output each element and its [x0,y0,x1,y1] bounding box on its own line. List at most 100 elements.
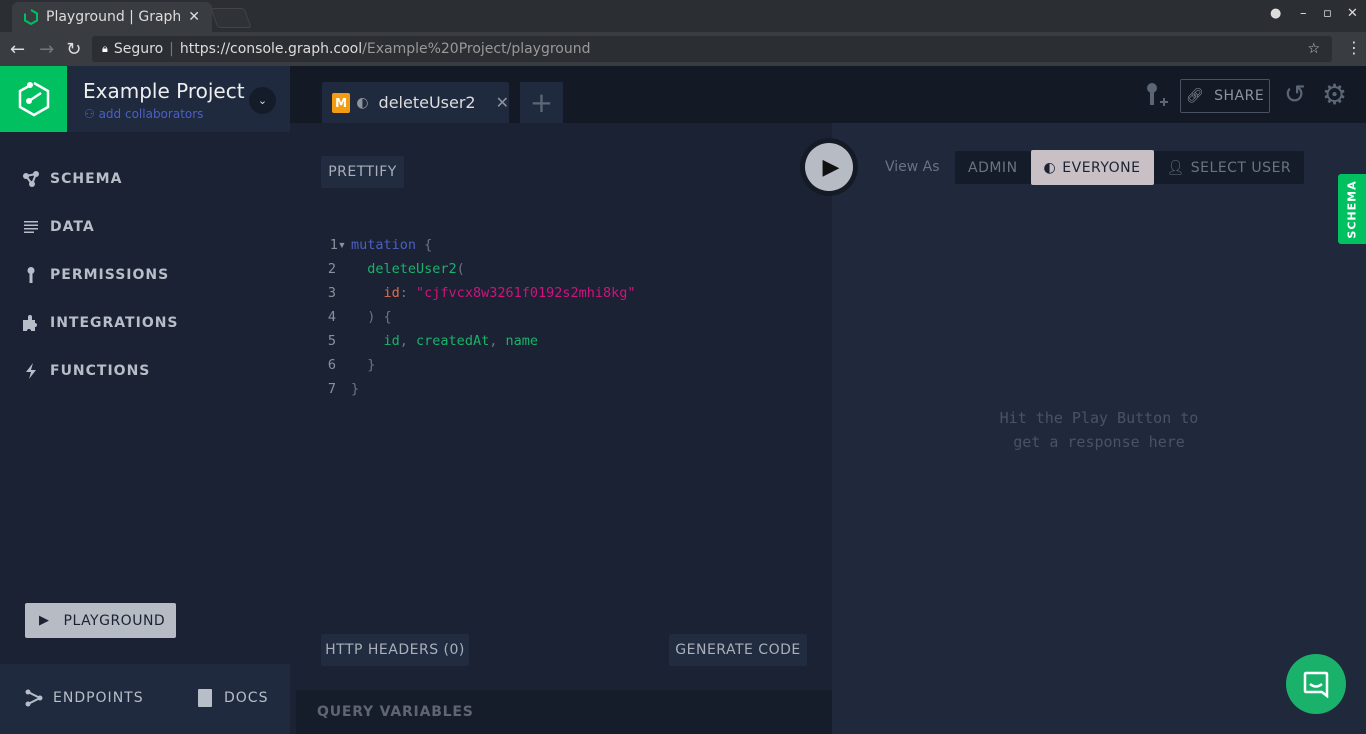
browser-tab[interactable]: Playground | Graph ✕ [12,2,212,32]
project-header: Example Project ⚇ add collaborators ⌄ [67,66,290,132]
code-line[interactable]: 2 deleteUser2( [318,257,636,281]
view-as-select-user[interactable]: 👤︎ SELECT USER [1154,151,1305,184]
code-token: ( [456,261,465,277]
mutation-badge: M [332,92,351,113]
bookmark-star-icon[interactable]: ☆ [1307,41,1320,57]
plus-icon: + [529,86,554,119]
project-dropdown-chevron-icon[interactable]: ⌄ [249,87,276,114]
back-icon[interactable]: ← [10,39,25,60]
line-number: 5 [327,333,336,349]
view-as-admin[interactable]: ADMIN [955,151,1031,184]
sidebar-footer: ENDPOINTS DOCS [0,664,290,734]
sidebar-item-functions[interactable]: FUNCTIONS [22,362,150,380]
sidebar-item-integrations[interactable]: INTEGRATIONS [22,314,179,332]
forward-icon[interactable]: → [39,39,54,60]
everyone-globe-icon: ◐ [356,94,369,111]
reload-icon[interactable]: ↻ [66,39,81,60]
docs-button[interactable]: DOCS [196,689,268,707]
code-token: , [399,333,417,349]
code-token: name [505,333,538,349]
book-icon [198,689,212,707]
settings-gear-icon[interactable]: ⚙ [1322,78,1347,111]
query-tab-label: deleteUser2 [378,93,476,112]
code-token: id [351,285,400,301]
code-line[interactable]: 3 id: "cjfvcx8w3261f0192s2mhi8kg" [318,281,636,305]
execute-play-button[interactable]: ▶ [800,138,858,196]
view-as-everyone[interactable]: ◐ EVERYONE [1030,150,1154,185]
code-token: "cjfvcx8w3261f0192s2mhi8kg" [416,285,636,301]
add-tab-button[interactable]: + [520,82,563,123]
code-line[interactable]: 5 id, createdAt, name [318,329,636,353]
history-icon[interactable]: ↺ [1284,80,1306,110]
line-number: 6 [327,357,336,373]
code-token: { [416,237,433,253]
code-token: createdAt [416,333,490,349]
sidebar-item-permissions[interactable]: PERMISSIONS [22,266,169,284]
code-line[interactable]: 1▾ mutation { [318,233,636,257]
chat-button[interactable] [1286,654,1346,714]
profile-icon[interactable]: ● [1270,6,1281,21]
browser-tab-title: Playground | Graph [46,9,181,25]
bolt-icon [26,363,36,379]
sidebar-item-data[interactable]: DATA [22,218,95,236]
line-number: 1▾ [329,237,346,253]
close-window-icon[interactable]: ✕ [1347,6,1358,21]
playground-button[interactable]: ▶ PLAYGROUND [25,603,176,638]
endpoints-button[interactable]: ENDPOINTS [25,689,144,707]
url-field[interactable]: 🔒︎ Seguro | https://console.graph.cool/E… [92,36,1332,62]
add-collaborators-link[interactable]: ⚇ add collaborators [84,107,203,121]
graphcool-favicon-icon [24,9,38,25]
lock-icon: 🔒︎ [102,42,108,55]
play-icon: ▶ [39,613,50,628]
minimize-icon[interactable]: – [1300,6,1307,21]
url-host: https://console.graph.cool [179,41,363,57]
generate-code-button[interactable]: GENERATE CODE [669,634,807,666]
query-variables-panel[interactable]: QUERY VARIABLES [296,690,832,734]
view-as-label: View As [885,159,940,175]
share-button[interactable]: 🔗︎ SHARE [1180,79,1270,113]
close-tab-icon[interactable]: ✕ [188,9,200,25]
key-icon [27,267,35,283]
globe-icon: ◐ [1043,159,1057,176]
prettify-button[interactable]: PRETTIFY [321,156,404,188]
code-token: mutation [351,237,417,253]
schema-icon [23,171,39,187]
play-icon: ▶ [822,154,840,180]
code-line[interactable]: 6 } [318,353,636,377]
chat-icon [1303,671,1329,698]
endpoints-icon [25,689,43,707]
maximize-icon[interactable]: ▫ [1323,6,1332,21]
code-lines[interactable]: 1▾ mutation {2 deleteUser2(3 id: "cjfvcx8… [318,233,636,401]
close-query-tab-icon[interactable]: ✕ [496,93,509,112]
code-token: } [351,381,360,397]
line-number: 3 [327,285,336,301]
user-icon: ⚇ [84,107,99,121]
list-icon [24,221,38,233]
project-name: Example Project [83,79,245,103]
http-headers-button[interactable]: HTTP HEADERS (0) [321,634,469,666]
link-icon: 🔗︎ [1185,88,1205,104]
graphcool-logo[interactable] [0,66,67,132]
code-token: , [489,333,506,349]
add-key-icon[interactable] [1144,82,1170,108]
puzzle-icon [23,315,37,331]
security-label: Seguro [113,41,164,57]
new-tab-button[interactable] [210,8,252,28]
code-token: : [399,285,417,301]
code-line[interactable]: 7} [318,377,636,401]
graphcool-logo-icon [18,81,49,117]
url-path: /Example%20Project/playground [362,41,591,57]
code-token: ) { [351,309,392,325]
query-editor[interactable] [296,123,832,690]
sidebar-item-schema[interactable]: SCHEMA [22,170,122,188]
response-placeholder: Hit the Play Button to get a response her… [999,409,1199,451]
schema-side-tab[interactable]: SCHEMA [1338,174,1366,244]
user-icon: 👤︎ [1166,159,1185,176]
line-number: 4 [327,309,336,325]
code-line[interactable]: 4 ) { [318,305,636,329]
query-tab[interactable]: M ◐ deleteUser2 ✕ [322,82,509,123]
code-token: deleteUser2 [351,261,457,277]
line-number: 2 [327,261,336,277]
line-number: 7 [327,381,336,397]
menu-icon[interactable]: ⋮ [1346,38,1362,57]
